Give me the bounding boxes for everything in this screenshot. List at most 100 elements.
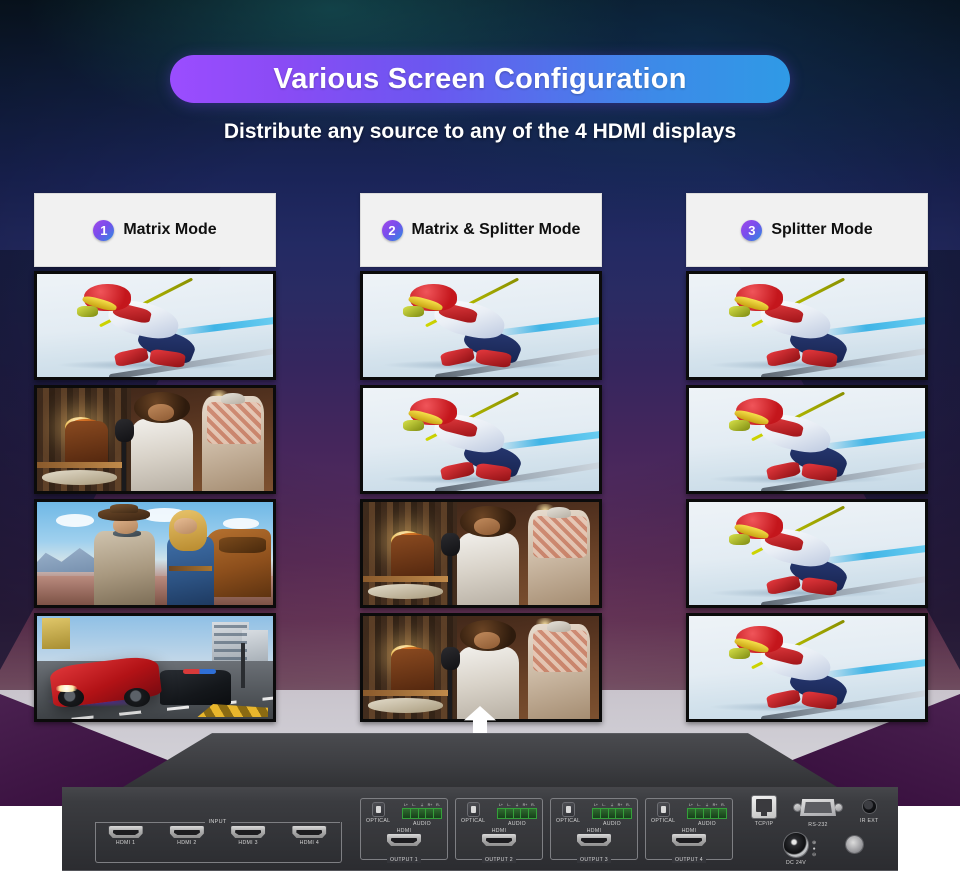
mode-label-2: Matrix & Splitter Mode [412,221,581,239]
output-block-3[interactable]: OPTICAL L+ L- ⏚ R+ R- AUDIO HDMI OUTPUT … [550,798,638,860]
rs232-port[interactable]: RS-232 [794,799,842,828]
audio-terminal-icon [687,808,727,819]
dc-power-port[interactable]: DC 24V ⊕ ● ⊖ [784,833,816,866]
input-port-row: HDMI 1 HDMI 2 HDMI 3 HDMI 4 [95,826,340,846]
display-2-3[interactable] [360,499,602,608]
infographic-canvas: Various Screen Configuration Distribute … [0,0,960,871]
dc-polarity-icon: ⊕ ● ⊖ [812,841,816,858]
audio-pin-labels-2: L+ L- ⏚ R+ R- [497,803,537,808]
screen-content-western [37,502,273,605]
ir-jack-icon [863,800,876,813]
screen-content-ski [37,274,273,377]
display-2-4[interactable] [360,613,602,722]
input-port-hdmi-1[interactable]: HDMI 1 [109,826,143,846]
input-port-label-1: HDMI 1 [116,840,135,846]
screen-content-ski [689,388,925,491]
mode-column-1: 1 Matrix Mode [34,193,276,722]
audio-label-4: AUDIO [687,821,727,827]
display-1-4[interactable] [34,613,276,722]
mode-badge-3: 3 [741,220,762,241]
display-3-3[interactable] [686,499,928,608]
audio-pin-labels-3: L+ L- ⏚ R+ R- [592,803,632,808]
display-1-3[interactable] [34,499,276,608]
output-hdmi-label-4: HDMI [682,828,696,834]
mode-column-3: 3 Splitter Mode [686,193,928,722]
audio-label-2: AUDIO [497,821,537,827]
hdmi-port-icon [170,826,204,838]
display-2-1[interactable] [360,271,602,380]
optical-label-3: OPTICAL [556,818,580,824]
optical-label-2: OPTICAL [461,818,485,824]
grounding-screw[interactable] [846,836,863,853]
screen-content-ski [689,274,925,377]
output-hdmi-label-2: HDMI [492,828,506,834]
dc-label: DC 24V [786,860,806,866]
hdmi-port-icon [292,826,326,838]
output-caption-2: OUTPUT 2 [482,857,516,863]
mode-label-1: Matrix Mode [123,221,216,239]
input-port-hdmi-3[interactable]: HDMI 3 [231,826,265,846]
audio-pin-labels-4: L+ L- ⏚ R+ R- [687,803,727,808]
screen-content-ski [363,274,599,377]
page-subtitle: Distribute any source to any of the 4 HD… [0,120,960,144]
display-2-2[interactable] [360,385,602,494]
audio-terminal-icon [497,808,537,819]
output-hdmi-label-1: HDMI [397,828,411,834]
control-port-group: TCP/IP RS-232 IR EXT DC 24V [752,796,898,866]
device-top-surface [118,733,842,790]
rs232-label: RS-232 [808,822,827,828]
optical-port-icon [373,803,384,816]
ground-screw-icon [846,836,863,853]
input-port-hdmi-2[interactable]: HDMI 2 [170,826,204,846]
tcpip-port[interactable]: TCP/IP [752,796,776,827]
hdmi-port-icon [109,826,143,838]
screen-content-ski [363,388,599,491]
mode-header-2[interactable]: 2 Matrix & Splitter Mode [360,193,602,267]
mode-label-3: Splitter Mode [771,221,872,239]
display-3-1[interactable] [686,271,928,380]
hdmi-port-icon [387,834,421,846]
tcpip-label: TCP/IP [755,821,774,827]
output-block-1[interactable]: OPTICAL L+ L- ⏚ R+ R- AUDIO HDMI OUTPUT … [360,798,448,860]
mode-badge-2: 2 [382,220,403,241]
display-3-2[interactable] [686,385,928,494]
optical-port-icon [658,803,669,816]
page-title-banner: Various Screen Configuration [170,55,790,103]
audio-pin-labels-1: L+ L- ⏚ R+ R- [402,803,442,808]
screen-content-band [363,616,599,719]
input-port-label-3: HDMI 3 [238,840,257,846]
ir-ext-port[interactable]: IR EXT [860,800,879,824]
optical-label-1: OPTICAL [366,818,390,824]
output-caption-1: OUTPUT 1 [387,857,421,863]
screen-content-ski [689,616,925,719]
display-3-4[interactable] [686,613,928,722]
screen-content-racing [37,616,273,719]
mode-header-1[interactable]: 1 Matrix Mode [34,193,276,267]
audio-terminal-icon [592,808,632,819]
output-block-4[interactable]: OPTICAL L+ L- ⏚ R+ R- AUDIO HDMI OUTPUT … [645,798,733,860]
ethernet-rj45-icon [752,796,776,818]
input-port-label-2: HDMI 2 [177,840,196,846]
audio-label-3: AUDIO [592,821,632,827]
mode-header-3[interactable]: 3 Splitter Mode [686,193,928,267]
mode-badge-1: 1 [93,220,114,241]
hdmi-port-icon [672,834,706,846]
mode-column-2: 2 Matrix & Splitter Mode [360,193,602,722]
input-caption-label: INPUT [209,819,227,825]
display-1-1[interactable] [34,271,276,380]
dc-barrel-jack-icon [784,833,808,857]
output-caption-4: OUTPUT 4 [672,857,706,863]
output-block-2[interactable]: OPTICAL L+ L- ⏚ R+ R- AUDIO HDMI OUTPUT … [455,798,543,860]
optical-port-icon [468,803,479,816]
output-caption-3: OUTPUT 3 [577,857,611,863]
screen-content-ski [689,502,925,605]
audio-terminal-icon [402,808,442,819]
screen-content-band [37,388,273,491]
input-port-hdmi-4[interactable]: HDMI 4 [292,826,326,846]
display-1-2[interactable] [34,385,276,494]
input-port-label-4: HDMI 4 [300,840,319,846]
db9-serial-icon [794,799,842,816]
audio-label-1: AUDIO [402,821,442,827]
output-hdmi-label-3: HDMI [587,828,601,834]
ir-label: IR EXT [860,818,879,824]
